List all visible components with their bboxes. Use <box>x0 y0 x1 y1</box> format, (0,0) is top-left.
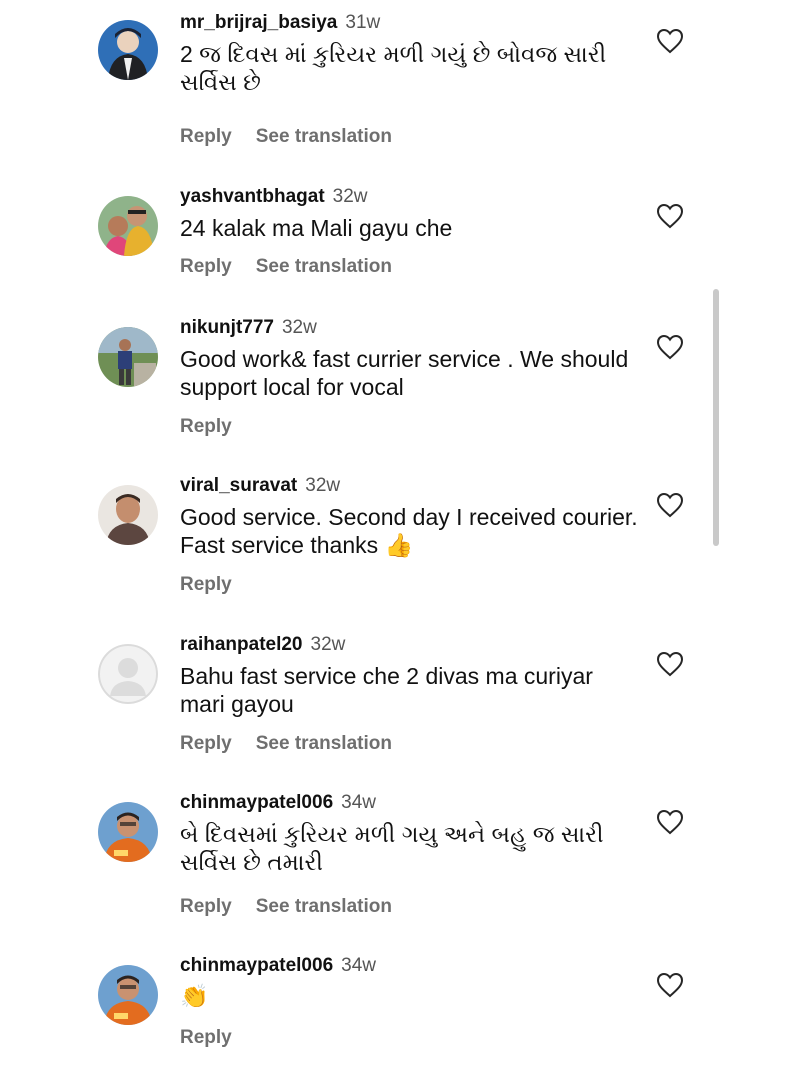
comment-age: 32w <box>332 186 368 207</box>
username[interactable]: mr_brijraj_basiya <box>180 12 337 33</box>
avatar[interactable] <box>98 485 158 545</box>
see-translation-button[interactable]: See translation <box>256 256 392 277</box>
comment-text: 2 જ દિવસ માં કુરિયર મળી ગયું છે બોવજ સાર… <box>180 41 607 95</box>
scrollbar[interactable] <box>713 289 719 546</box>
comment-text: Good work& fast currier service . We sho… <box>180 346 629 400</box>
reply-button[interactable]: Reply <box>180 256 232 277</box>
reply-button[interactable]: Reply <box>180 1027 232 1048</box>
reply-button[interactable]: Reply <box>180 733 232 754</box>
comment-age: 34w <box>341 792 376 813</box>
comment-actions: Reply See translation <box>180 256 392 278</box>
heart-outline-icon[interactable] <box>656 334 684 360</box>
comment-meta: nikunjt777 32w <box>180 317 317 340</box>
comment-meta: yashvantbhagat 32w <box>180 186 368 209</box>
username[interactable]: chinmaypatel006 <box>180 792 333 813</box>
comment-actions: Reply See translation <box>180 733 392 755</box>
comment-meta: viral_suravat 32w <box>180 475 340 498</box>
see-translation-button[interactable]: See translation <box>256 126 392 147</box>
comment-age: 34w <box>341 955 376 976</box>
username[interactable]: viral_suravat <box>180 475 297 496</box>
comment-text: 24 kalak ma Mali gayu che <box>180 215 453 241</box>
username[interactable]: chinmaypatel006 <box>180 955 333 976</box>
username[interactable]: nikunjt777 <box>180 317 274 338</box>
comment-meta: raihanpatel20 32w <box>180 634 345 657</box>
reply-button[interactable]: Reply <box>180 416 232 437</box>
comment-meta: chinmaypatel006 34w <box>180 955 376 978</box>
reply-button[interactable]: Reply <box>180 126 232 147</box>
reply-button[interactable]: Reply <box>180 574 232 595</box>
comment-text: 👏 <box>180 984 209 1010</box>
see-translation-button[interactable]: See translation <box>256 896 392 917</box>
heart-outline-icon[interactable] <box>656 203 684 229</box>
comment-text: Bahu fast service che 2 divas ma curiyar… <box>180 663 593 717</box>
avatar[interactable] <box>98 965 158 1025</box>
comment-age: 31w <box>345 12 381 33</box>
username[interactable]: yashvantbhagat <box>180 186 325 207</box>
comment-meta: chinmaypatel006 34w <box>180 792 376 815</box>
avatar[interactable] <box>98 20 158 80</box>
heart-outline-icon[interactable] <box>656 651 684 677</box>
heart-outline-icon[interactable] <box>656 28 684 54</box>
see-translation-button[interactable]: See translation <box>256 733 392 754</box>
comment-actions: Reply <box>180 574 232 596</box>
comment-age: 32w <box>305 475 341 496</box>
comment-meta: mr_brijraj_basiya 31w <box>180 12 380 35</box>
comment-text: Good service. Second day I received cour… <box>180 504 638 558</box>
comment-actions: Reply <box>180 416 232 438</box>
avatar[interactable] <box>98 644 158 704</box>
comment-actions: Reply <box>180 1027 232 1049</box>
comment-text: બે દિવસમાં કુરિયર મળી ગયુ અને બહુ જ સારી… <box>180 821 604 875</box>
avatar[interactable] <box>98 196 158 256</box>
heart-outline-icon[interactable] <box>656 492 684 518</box>
comment-age: 32w <box>310 634 346 655</box>
comment-actions: Reply See translation <box>180 126 392 148</box>
username[interactable]: raihanpatel20 <box>180 634 303 655</box>
avatar[interactable] <box>98 327 158 387</box>
comments-list: mr_brijraj_basiya 31w 2 જ દિવસ માં કુરિયર… <box>0 0 792 1080</box>
comment-age: 32w <box>281 317 317 338</box>
avatar[interactable] <box>98 802 158 862</box>
heart-outline-icon[interactable] <box>656 972 684 998</box>
reply-button[interactable]: Reply <box>180 896 232 917</box>
heart-outline-icon[interactable] <box>656 809 684 835</box>
comment-actions: Reply See translation <box>180 896 392 918</box>
